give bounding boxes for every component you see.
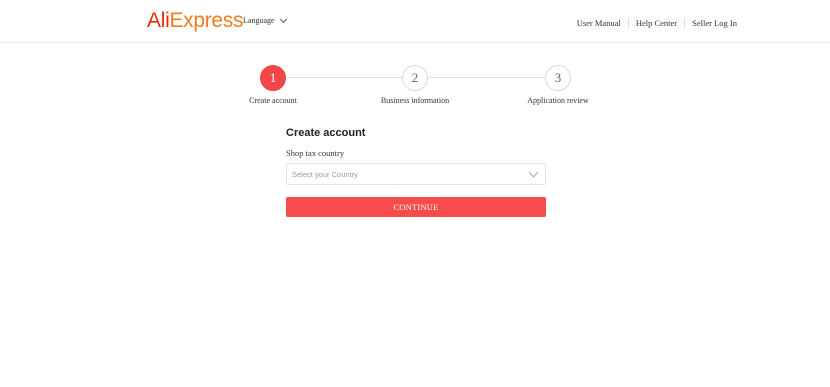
nav-divider xyxy=(684,18,686,28)
shop-tax-country-label: Shop tax country xyxy=(286,148,345,158)
step-1-label: Create account xyxy=(249,96,297,105)
step-3-circle: 3 xyxy=(545,65,571,91)
logo-text-ali: Ali xyxy=(147,9,170,32)
chevron-down-icon xyxy=(528,167,539,178)
chevron-down-icon xyxy=(279,15,287,23)
step-connector xyxy=(429,77,545,78)
country-select-placeholder: Select your Country xyxy=(292,170,358,179)
aliexpress-logo[interactable]: AliExpress ™ xyxy=(147,9,244,33)
logo-trademark: ™ xyxy=(235,15,240,21)
step-connector xyxy=(287,77,402,78)
language-label: Language xyxy=(243,16,275,25)
nav-link-help-center[interactable]: Help Center xyxy=(636,18,677,28)
progress-stepper: 1 Create account 2 Business information … xyxy=(0,65,830,110)
step-1-circle: 1 xyxy=(260,65,286,91)
nav-link-seller-login[interactable]: Seller Log In xyxy=(692,18,737,28)
create-account-form: Create account Shop tax country Select y… xyxy=(286,127,546,217)
step-2-label: Business information xyxy=(380,96,450,105)
header-nav: User Manual Help Center Seller Log In xyxy=(577,18,737,28)
step-3-label: Application review xyxy=(527,96,589,105)
continue-button[interactable]: CONTINUE xyxy=(286,197,546,217)
logo-text-express: Express xyxy=(169,9,244,32)
nav-link-user-manual[interactable]: User Manual xyxy=(577,18,621,28)
form-title: Create account xyxy=(286,127,366,139)
top-header: AliExpress ™ Language User Manual Help Ce… xyxy=(0,0,830,43)
nav-divider xyxy=(627,18,629,28)
country-select[interactable]: Select your Country xyxy=(286,163,546,185)
language-selector[interactable]: Language xyxy=(243,15,287,25)
step-2-circle: 2 xyxy=(402,65,428,91)
